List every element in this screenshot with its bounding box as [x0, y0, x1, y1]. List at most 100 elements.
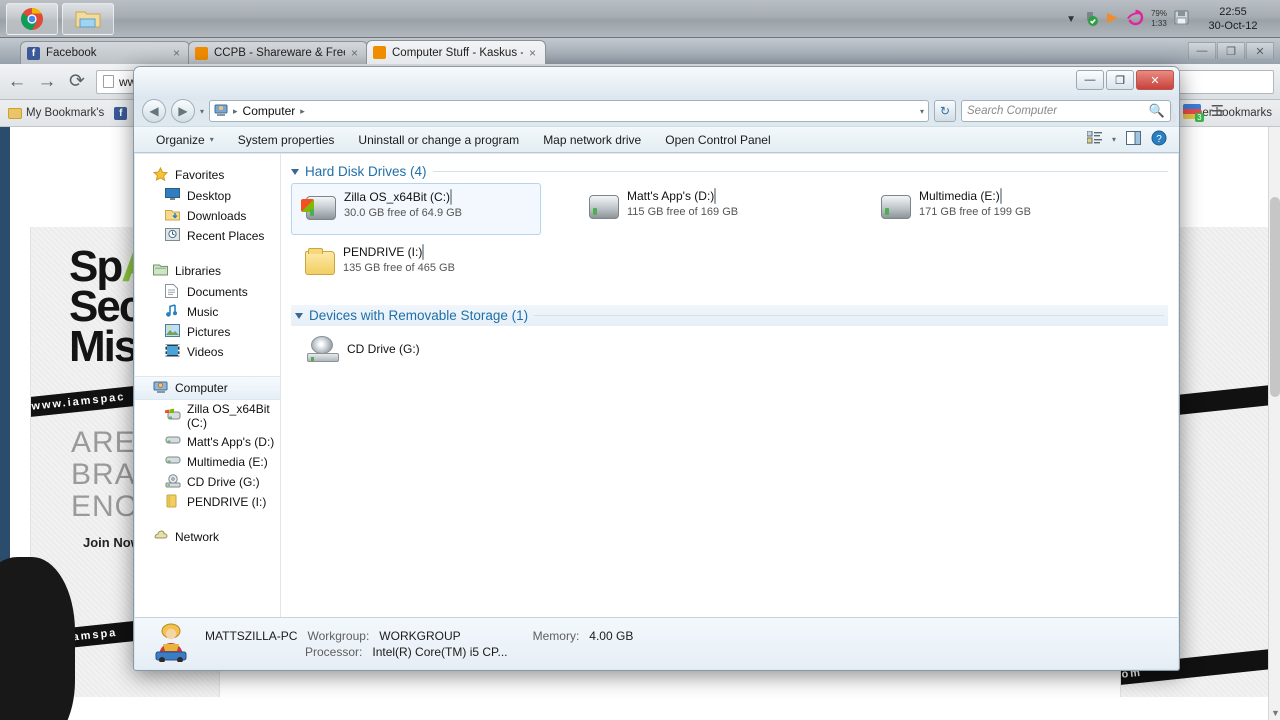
resource-gauge[interactable]: 79% 1:33 — [1151, 10, 1167, 28]
internet-explorer-icon[interactable] — [1127, 9, 1144, 29]
sidebar-group-libraries[interactable]: Libraries — [135, 260, 280, 282]
sidebar-group-computer[interactable]: Computer — [135, 376, 280, 400]
view-caret-icon[interactable]: ▾ — [1112, 135, 1116, 144]
sidebar-item-documents[interactable]: Documents — [135, 282, 280, 302]
drive-label: Multimedia (E:) — [919, 189, 1000, 203]
group-header-hard-disk-drives[interactable]: Hard Disk Drives (4) — [291, 164, 1168, 179]
help-icon[interactable]: ? — [1151, 130, 1167, 149]
search-icon[interactable]: 🔍 — [1149, 103, 1165, 119]
drive-info: Matt's App's (D:) 115 GB free of 169 GB — [627, 187, 827, 218]
explorer-body: Favorites Desktop Downloads Recent Place… — [135, 154, 1178, 669]
device-item-cd-drive-g[interactable]: CD Drive (G:) — [301, 332, 551, 366]
sidebar-label: Desktop — [187, 189, 232, 203]
windows-taskbar: ▼ 79% 1:33 22:55 30-Oct-12 — [0, 0, 1280, 38]
page-scrollbar-thumb[interactable] — [1270, 197, 1280, 397]
page-scrollbar[interactable]: ▼ — [1268, 127, 1280, 720]
computer-icon — [214, 103, 228, 120]
breadcrumb-separator-2[interactable]: ▸ — [300, 106, 305, 117]
bookmark-my-bookmarks[interactable]: My Bookmark's — [8, 107, 104, 119]
browser-maximize-button[interactable]: ❐ — [1217, 42, 1245, 60]
browser-minimize-button[interactable]: — — [1188, 42, 1216, 60]
safely-remove-hardware-icon[interactable] — [1083, 10, 1099, 29]
open-control-panel-button[interactable]: Open Control Panel — [653, 129, 782, 151]
sidebar-label: Favorites — [175, 168, 225, 182]
svg-text:?: ? — [1156, 134, 1162, 145]
tab-close-icon[interactable]: × — [529, 46, 539, 60]
sidebar-group-network[interactable]: Network — [135, 526, 280, 548]
capacity-bar — [450, 189, 453, 205]
collapse-triangle-icon[interactable] — [291, 168, 299, 175]
map-network-drive-button[interactable]: Map network drive — [531, 129, 653, 151]
hamburger-menu-icon[interactable]: ☰ — [1211, 104, 1224, 119]
explorer-close-button[interactable]: ✕ — [1136, 70, 1174, 90]
windows-explorer-window[interactable]: — ❐ ✕ ◀ ▶ ▾ ▸ Computer ▸ ▾ ↻ Search Comp… — [133, 66, 1180, 671]
forward-button[interactable]: ▶ — [171, 99, 195, 123]
sidebar-item-desktop[interactable]: Desktop — [135, 186, 280, 206]
tab-close-icon[interactable]: × — [351, 46, 361, 60]
browser-close-button[interactable]: ✕ — [1246, 42, 1274, 60]
drive-item-zilla-os-c[interactable]: Zilla OS_x64Bit (C:) 30.0 GB free of 64.… — [291, 183, 541, 235]
preview-pane-icon[interactable] — [1126, 131, 1141, 148]
gauge-bottom-value: 1:33 — [1151, 19, 1167, 28]
reload-button[interactable]: ⟳ — [66, 70, 88, 93]
sidebar-item-recent-places[interactable]: Recent Places — [135, 226, 280, 246]
tab-computer-stuff-kaskus[interactable]: Computer Stuff - Kaskus - × — [366, 40, 546, 64]
chrome-taskbar-icon[interactable] — [6, 3, 58, 35]
hard-drive-icon — [589, 195, 619, 219]
sidebar-item-videos[interactable]: Videos — [135, 342, 280, 362]
change-view-icon[interactable] — [1086, 130, 1102, 148]
videos-icon — [165, 344, 181, 360]
chrome-tab-strip: f Facebook × CCPB - Shareware & Freew × … — [0, 38, 1280, 64]
explorer-maximize-button[interactable]: ❐ — [1106, 70, 1134, 90]
clock[interactable]: 22:55 30-Oct-12 — [1196, 5, 1270, 33]
desktop-icon — [165, 188, 181, 204]
forward-button[interactable]: → — [36, 71, 58, 93]
tab-ccpb[interactable]: CCPB - Shareware & Freew × — [188, 41, 368, 64]
chevron-up-icon[interactable]: ▼ — [1066, 14, 1076, 25]
sidebar-item-pictures[interactable]: Pictures — [135, 322, 280, 342]
facebook-favicon: f — [27, 46, 40, 60]
sidebar-item-pendrive-i[interactable]: PENDRIVE (I:) — [135, 492, 280, 512]
drive-item-pendrive-i[interactable]: PENDRIVE (I:) 135 GB free of 465 GB — [291, 239, 541, 291]
sidebar-item-zilla-os-c[interactable]: Zilla OS_x64Bit (C:) — [135, 400, 280, 432]
workgroup-value: WORKGROUP — [379, 628, 461, 643]
search-input[interactable]: Search Computer 🔍 — [961, 100, 1171, 122]
address-dropdown-icon[interactable]: ▾ — [920, 107, 924, 116]
tab-facebook[interactable]: f Facebook × — [20, 41, 190, 64]
sidebar-item-matts-apps-d[interactable]: Matt's App's (D:) — [135, 432, 280, 452]
group-header-removable-storage[interactable]: Devices with Removable Storage (1) — [291, 305, 1168, 326]
folder-icon — [305, 248, 335, 275]
sidebar-item-multimedia-e[interactable]: Multimedia (E:) — [135, 452, 280, 472]
sidebar-item-cd-drive-g[interactable]: CD Drive (G:) — [135, 472, 280, 492]
extension-two-icon[interactable]: 3 — [1182, 104, 1204, 122]
refresh-button[interactable]: ↻ — [934, 100, 956, 122]
orange-arrow-icon[interactable] — [1106, 12, 1120, 27]
back-button[interactable]: ← — [6, 71, 28, 93]
tab-close-icon[interactable]: × — [173, 46, 183, 60]
disk-icon[interactable] — [1174, 10, 1189, 28]
sidebar-label: Computer — [175, 381, 228, 395]
breadcrumb-computer[interactable]: Computer — [243, 104, 296, 118]
drive-info: Multimedia (E:) 171 GB free of 199 GB — [919, 187, 1119, 218]
explorer-minimize-button[interactable]: — — [1076, 70, 1104, 90]
back-button[interactable]: ◀ — [142, 99, 166, 123]
uninstall-or-change-program-button[interactable]: Uninstall or change a program — [346, 129, 531, 151]
tab-label: Computer Stuff - Kaskus - — [392, 46, 523, 59]
address-bar[interactable]: ▸ Computer ▸ ▾ — [209, 100, 929, 122]
organize-button[interactable]: Organize ▾ — [144, 129, 226, 151]
hard-drive-icon — [165, 434, 181, 450]
system-properties-button[interactable]: System properties — [226, 129, 347, 151]
sidebar-item-music[interactable]: Music — [135, 302, 280, 322]
file-list-pane[interactable]: Hard Disk Drives (4) Zilla OS_x64Bit (C:… — [281, 154, 1178, 669]
sidebar-item-downloads[interactable]: Downloads — [135, 206, 280, 226]
recent-pages-caret-icon[interactable]: ▾ — [200, 107, 204, 116]
scroll-down-arrow-icon[interactable]: ▼ — [1271, 708, 1280, 718]
drive-item-multimedia-e[interactable]: Multimedia (E:) 171 GB free of 199 GB — [875, 183, 1125, 235]
explorer-taskbar-icon[interactable] — [62, 3, 114, 35]
explorer-title-bar[interactable]: — ❐ ✕ — [134, 67, 1179, 96]
sidebar-group-favorites[interactable]: Favorites — [135, 164, 280, 186]
bookmark-facebook-icon[interactable]: f — [114, 106, 128, 120]
collapse-triangle-icon[interactable] — [295, 312, 303, 319]
drive-item-matts-apps-d[interactable]: Matt's App's (D:) 115 GB free of 169 GB — [583, 183, 833, 235]
